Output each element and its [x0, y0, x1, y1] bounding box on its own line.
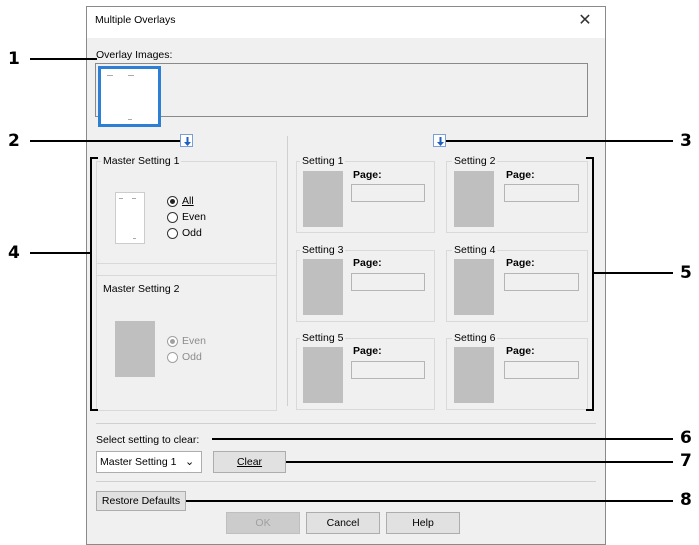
dialog-title: Multiple Overlays: [95, 14, 176, 26]
setting-4-page-label: Page:: [506, 257, 535, 269]
close-icon[interactable]: ✕: [572, 8, 598, 34]
callout-6-line: [212, 438, 673, 440]
setting-2-page-input[interactable]: [504, 184, 579, 202]
ok-button[interactable]: OK: [226, 512, 300, 534]
radio-master2-even-label: Even: [182, 335, 206, 347]
callout-4-line: [30, 252, 90, 254]
divider-top: [96, 423, 596, 424]
apply-to-setting-arrow-icon[interactable]: [433, 134, 446, 147]
setting-3-page-label: Page:: [353, 257, 382, 269]
master-1-page-preview: [115, 192, 145, 244]
apply-to-master-arrow-icon[interactable]: [180, 134, 193, 147]
callout-5-bracket: [586, 157, 594, 411]
thumb-mark-icon: [119, 198, 123, 199]
help-button[interactable]: Help: [386, 512, 460, 534]
setting-5-title: Setting 5: [300, 332, 346, 344]
thumb-mark-icon: [132, 198, 136, 199]
setting-1-title: Setting 1: [300, 155, 346, 167]
callout-8: 8: [680, 490, 692, 510]
setting-6-title: Setting 6: [452, 332, 498, 344]
setting-4-preview: [454, 259, 494, 315]
callout-1-line: [30, 58, 97, 60]
callout-8-line: [186, 500, 673, 502]
setting-1-preview: [303, 171, 343, 227]
setting-5-page-input[interactable]: [351, 361, 425, 379]
callout-7: 7: [680, 451, 692, 471]
master-setting-1-title: Master Setting 1: [101, 155, 182, 167]
callout-7-line: [286, 461, 673, 463]
setting-6-page-label: Page:: [506, 345, 535, 357]
callout-3-line: [446, 140, 673, 142]
master-setting-2-title: Master Setting 2: [101, 283, 182, 295]
setting-2-title: Setting 2: [452, 155, 498, 167]
callout-3: 3: [680, 131, 692, 151]
callout-6: 6: [680, 428, 692, 448]
radio-master2-odd[interactable]: [167, 352, 178, 363]
callout-2: 2: [8, 131, 20, 151]
setting-3-title: Setting 3: [300, 244, 346, 256]
callout-5-line: [594, 272, 673, 274]
thumb-mark-icon: [128, 119, 132, 120]
setting-4-title: Setting 4: [452, 244, 498, 256]
callout-1: 1: [8, 49, 20, 69]
radio-even[interactable]: [167, 212, 178, 223]
radio-all-label: All: [182, 195, 194, 207]
overlay-image-thumbnail-selected[interactable]: [98, 66, 161, 127]
setting-6-page-input[interactable]: [504, 361, 579, 379]
callout-4: 4: [8, 243, 20, 263]
callout-4-bracket: [90, 157, 98, 411]
setting-3-preview: [303, 259, 343, 315]
callout-5: 5: [680, 263, 692, 283]
radio-master2-even[interactable]: [167, 336, 178, 347]
radio-even-label: Even: [182, 211, 206, 223]
thumb-mark-icon: [133, 238, 136, 239]
setting-3-page-input[interactable]: [351, 273, 425, 291]
radio-master2-odd-label: Odd: [182, 351, 202, 363]
setting-1-page-input[interactable]: [351, 184, 425, 202]
setting-4-page-input[interactable]: [504, 273, 579, 291]
cancel-button[interactable]: Cancel: [306, 512, 380, 534]
radio-odd[interactable]: [167, 228, 178, 239]
setting-1-page-label: Page:: [353, 169, 382, 181]
clear-setting-select-value: Master Setting 1: [100, 456, 177, 468]
setting-5-page-label: Page:: [353, 345, 382, 357]
thumb-mark-icon: [107, 75, 113, 76]
clear-setting-select[interactable]: Master Setting 1 ⌄: [96, 451, 202, 473]
overlay-images-list[interactable]: [95, 63, 588, 117]
setting-2-page-label: Page:: [506, 169, 535, 181]
setting-6-preview: [454, 347, 494, 403]
restore-defaults-button[interactable]: Restore Defaults: [96, 491, 186, 511]
radio-odd-label: Odd: [182, 227, 202, 239]
clear-setting-label: Select setting to clear:: [96, 434, 200, 446]
setting-2-preview: [454, 171, 494, 227]
vertical-divider: [287, 136, 288, 406]
divider-bottom: [96, 481, 596, 482]
callout-2-line: [30, 140, 180, 142]
overlay-images-label: Overlay Images:: [96, 49, 173, 61]
master-2-page-preview: [115, 321, 155, 377]
setting-5-preview: [303, 347, 343, 403]
chevron-down-icon: ⌄: [185, 456, 195, 468]
thumb-mark-icon: [128, 75, 134, 76]
clear-button[interactable]: Clear: [213, 451, 286, 473]
radio-all[interactable]: [167, 196, 178, 207]
